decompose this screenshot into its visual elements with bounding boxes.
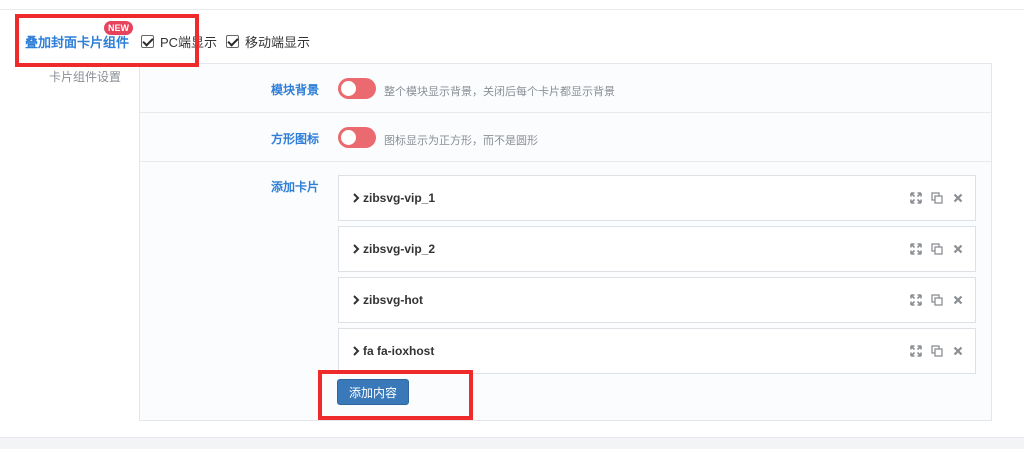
chevron-right-icon[interactable] <box>352 191 360 205</box>
mobile-display-checkbox[interactable]: 移动端显示 <box>226 33 311 50</box>
copy-icon[interactable] <box>931 294 943 306</box>
card-item[interactable]: zibsvg-vip_1 <box>338 175 976 221</box>
card-item[interactable]: fa fa-ioxhost <box>338 328 976 374</box>
chevron-right-icon[interactable] <box>352 242 360 256</box>
copy-icon[interactable] <box>931 243 943 255</box>
close-icon[interactable] <box>952 294 964 306</box>
card-actions <box>910 192 964 204</box>
card-settings-panel: 模块背景 整个模块显示背景，关闭后每个卡片都显示背景 方形图标 图标显示为正方形… <box>139 63 992 421</box>
module-bg-label: 模块背景 <box>271 83 320 97</box>
expand-icon[interactable] <box>910 192 922 204</box>
toggle-knob <box>341 130 356 145</box>
chevron-right-icon[interactable] <box>352 344 360 358</box>
top-divider <box>0 9 1024 10</box>
card-item-title: zibsvg-vip_1 <box>363 191 436 205</box>
bottom-divider <box>0 437 1024 449</box>
card-item-title: zibsvg-vip_2 <box>363 242 436 256</box>
expand-icon[interactable] <box>910 294 922 306</box>
checkbox-checked-icon[interactable] <box>226 34 239 48</box>
expand-icon[interactable] <box>910 243 922 255</box>
card-item[interactable]: zibsvg-vip_2 <box>338 226 976 272</box>
close-icon[interactable] <box>952 345 964 357</box>
square-icon-row: 方形图标 图标显示为正方形，而不是圆形 <box>140 113 991 162</box>
card-item-title: zibsvg-hot <box>363 293 423 307</box>
highlight-box-add-button <box>318 370 473 420</box>
toggle-knob <box>341 81 356 96</box>
chevron-right-icon[interactable] <box>352 293 360 307</box>
expand-icon[interactable] <box>910 345 922 357</box>
card-item-title: fa fa-ioxhost <box>363 344 435 358</box>
highlight-box-title <box>15 14 199 67</box>
add-cards-label: 添加卡片 <box>271 180 320 194</box>
module-bg-row: 模块背景 整个模块显示背景，关闭后每个卡片都显示背景 <box>140 64 991 113</box>
close-icon[interactable] <box>952 192 964 204</box>
card-actions <box>910 243 964 255</box>
module-bg-toggle[interactable] <box>338 78 376 99</box>
card-item[interactable]: zibsvg-hot <box>338 277 976 323</box>
card-actions <box>910 294 964 306</box>
module-bg-description: 整个模块显示背景，关闭后每个卡片都显示背景 <box>384 86 615 98</box>
copy-icon[interactable] <box>931 345 943 357</box>
square-icon-description: 图标显示为正方形，而不是圆形 <box>384 135 538 147</box>
copy-icon[interactable] <box>931 192 943 204</box>
card-settings-label: 卡片组件设置 <box>49 70 122 84</box>
add-cards-row: 添加卡片 zibsvg-vip_1 zibsvg-vip_2 zibsvg-ho… <box>140 162 991 420</box>
square-icon-label: 方形图标 <box>271 132 320 146</box>
close-icon[interactable] <box>952 243 964 255</box>
card-actions <box>910 345 964 357</box>
mobile-display-label: 移动端显示 <box>245 34 311 50</box>
square-icon-toggle[interactable] <box>338 127 376 148</box>
